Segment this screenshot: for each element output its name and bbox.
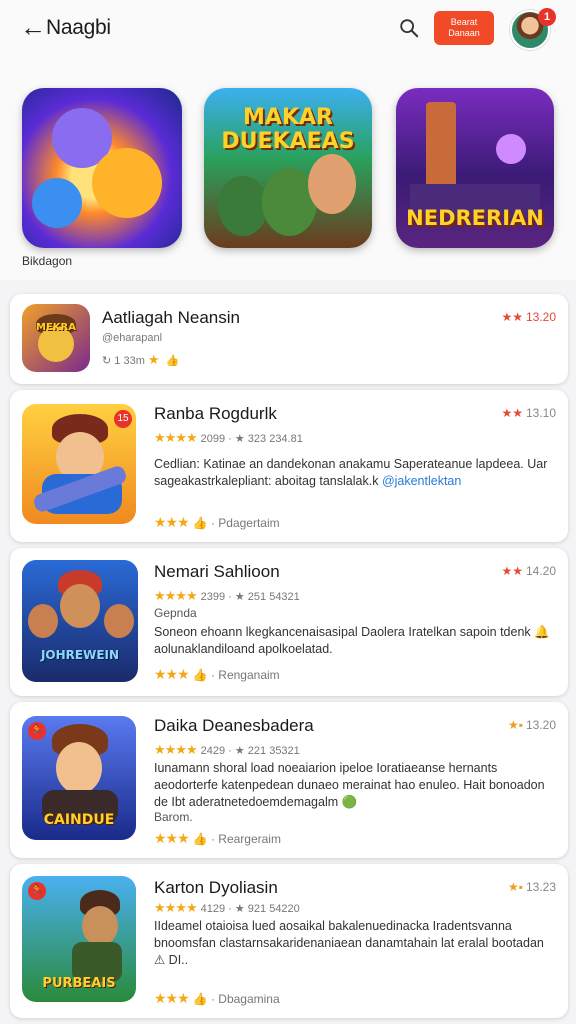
app-rating: ★★ 13.20	[501, 310, 556, 324]
app-footer: ★★★ 👍 · Renganaim	[154, 666, 280, 682]
app-rating: ★★ 14.20	[501, 564, 556, 578]
app-subtitle: Gepnda	[154, 606, 197, 620]
app-icon: PURBEAIS 🏃	[22, 876, 136, 1002]
app-meta: ↻ 1 33m ★ 👍	[102, 352, 180, 367]
thumb-icon: 👍	[192, 832, 208, 846]
app-description: Iunamann shoral load noeaiarion ipeloe I…	[154, 761, 545, 809]
app-name: Nemari Sahlioon	[154, 562, 280, 581]
app-badge: 15	[114, 410, 132, 428]
app-name: Ranba Rogdurlk	[154, 404, 277, 423]
app-footer: ★★★ 👍 · Reargeraim	[154, 830, 281, 846]
app-meta: ★★★★ 4129 · ★ 921 54220	[154, 900, 300, 915]
app-footer: ★★★ 👍 · Pdagertaim	[154, 514, 280, 530]
app-badge: 🏃	[28, 722, 46, 740]
app-icon: 15	[22, 404, 136, 524]
app-developer: @eharapanl	[102, 332, 163, 344]
featured-section: MAKAR DUEKAEAS NEDRERIAN Bikdagon	[0, 60, 576, 280]
top-bar: ← Naagbi Bearat Danaan 1	[0, 0, 576, 60]
app-description: Cedlian: Katinae an dandekonan anakamu S…	[154, 457, 548, 488]
app-icon: JOHREWEIN	[22, 560, 138, 682]
app-card[interactable]: CAINDUE 🏃 Daika Deanesbadera ★▪ 13.20 ★★★…	[10, 702, 568, 858]
app-name: Daika Deanesbadera	[154, 716, 314, 735]
app-subtitle: Barom.	[154, 810, 193, 824]
app-footer: ★★★ 👍 · Dbagamina	[154, 990, 280, 1006]
app-meta: ★★★★ 2099 · ★ 323 234.81	[154, 430, 303, 445]
featured-tile[interactable]: NEDRERIAN	[396, 88, 554, 248]
thumb-icon: 👍	[165, 355, 180, 367]
app-rating: ★★ 13.10	[501, 406, 556, 420]
featured-tile[interactable]	[22, 88, 182, 248]
notification-badge: 1	[538, 8, 556, 26]
star-icon: ★★	[501, 310, 523, 324]
featured-tile[interactable]: MAKAR DUEKAEAS	[204, 88, 372, 248]
refresh-icon: ↻	[102, 355, 112, 367]
thumb-icon: 👍	[192, 668, 208, 682]
search-icon[interactable]	[398, 17, 420, 39]
app-meta: ★★★★ 2399 · ★ 251 54321	[154, 588, 300, 603]
app-name: Aatliagah Neansin	[102, 308, 240, 327]
app-card[interactable]: JOHREWEIN Nemari Sahlioon ★★ 14.20 ★★★★ 23…	[10, 548, 568, 696]
app-card[interactable]: 15 Ranba Rogdurlk ★★ 13.10 ★★★★ 2099 · ★ 3…	[10, 390, 568, 542]
header-action-button[interactable]: Bearat Danaan	[434, 11, 494, 45]
star-icon: ★	[147, 352, 160, 367]
app-name: Karton Dyoliasin	[154, 878, 278, 897]
app-meta: ★★★★ 2429 · ★ 221 35321	[154, 742, 300, 757]
app-card[interactable]: PURBEAIS 🏃 Karton Dyoliasin ★▪ 13.23 ★★★★…	[10, 864, 568, 1018]
back-arrow-icon[interactable]: ←	[20, 14, 46, 40]
app-rating: ★▪ 13.23	[507, 880, 556, 894]
thumb-icon: 👍	[192, 992, 208, 1006]
thumb-icon: 👍	[192, 516, 208, 530]
app-rating: ★▪ 13.20	[507, 718, 556, 732]
app-icon: CAINDUE 🏃	[22, 716, 136, 840]
app-card[interactable]: MEKRA Aatliagah Neansin ★★ 13.20 @eharapa…	[10, 294, 568, 384]
star-icon: ★▪	[507, 880, 523, 894]
app-badge: 🏃	[28, 882, 46, 900]
app-link[interactable]: @jakentlektan	[382, 474, 461, 488]
app-description: Soneon ehoann lkegkancenaisasipal Daoler…	[154, 625, 550, 656]
app-icon: MEKRA	[22, 304, 90, 372]
app-description: IIdeamel otaioisa lued aosaikal bakalenu…	[154, 919, 544, 967]
star-icon: ★★	[501, 564, 523, 578]
app-title: Naagbi	[46, 16, 111, 39]
featured-caption: Bikdagon	[22, 254, 73, 268]
star-icon: ★★	[501, 406, 523, 420]
star-icon: ★▪	[507, 718, 523, 732]
